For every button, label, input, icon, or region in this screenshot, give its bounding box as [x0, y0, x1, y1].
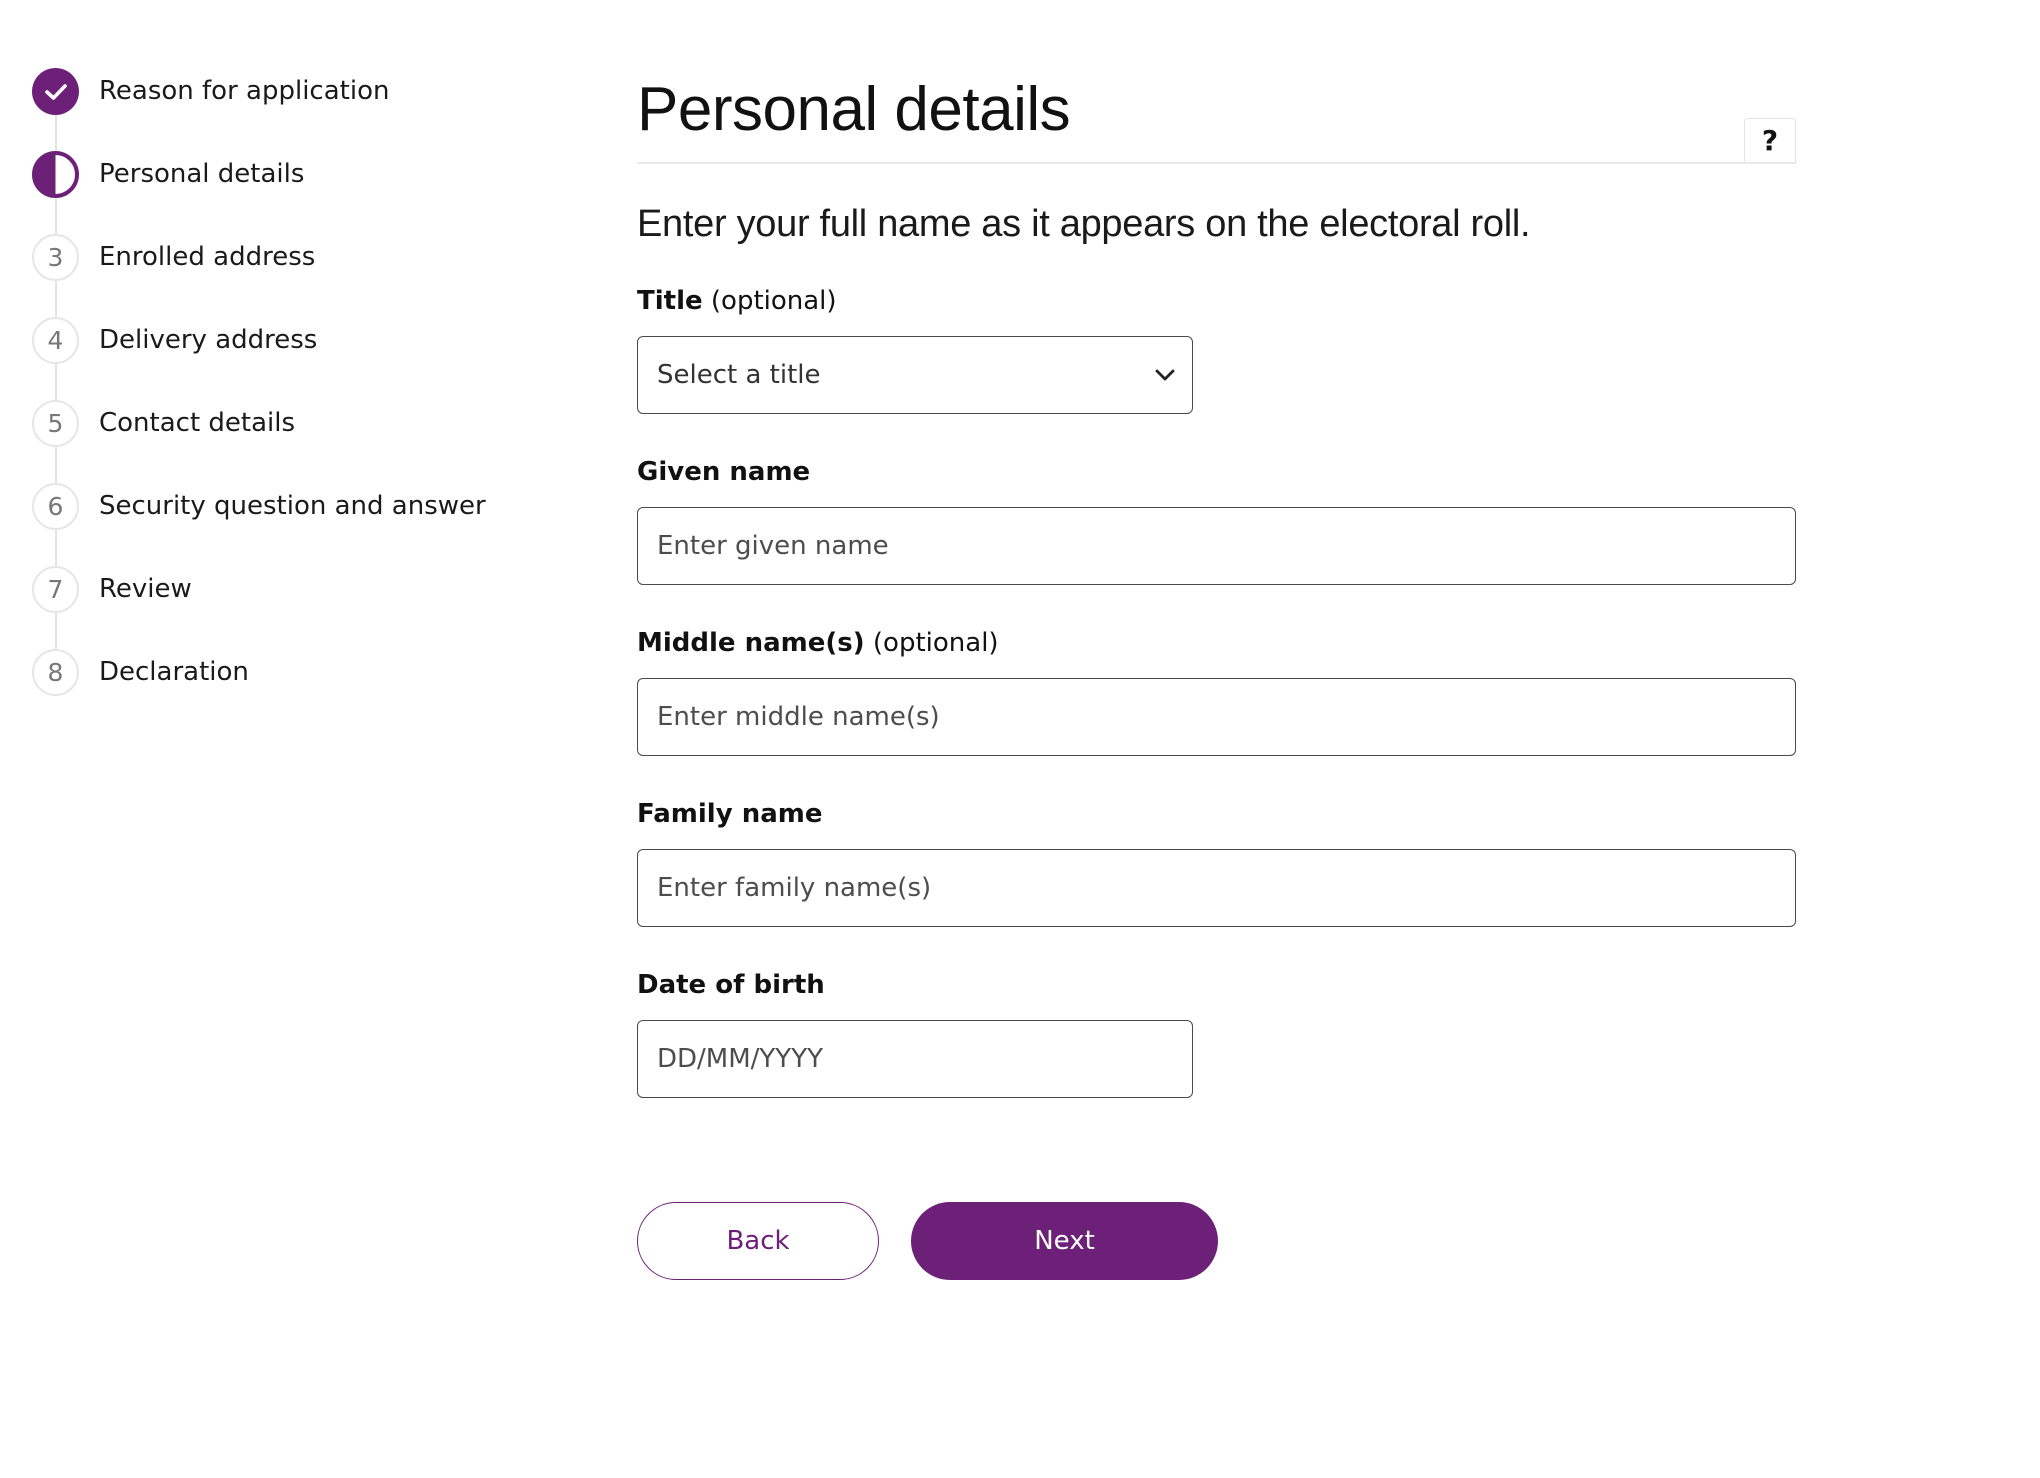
step-number-marker: 7	[32, 566, 79, 613]
step-number: 6	[47, 492, 64, 521]
title-label: Title (optional)	[637, 284, 1796, 318]
step-enrolled-address[interactable]: 3 Enrolled address	[32, 234, 552, 317]
form-actions: Back Next	[637, 1202, 1796, 1280]
step-number: 5	[47, 409, 64, 438]
middle-names-label-text: Middle name(s)	[637, 628, 865, 658]
step-connector	[55, 447, 57, 483]
page-header: Personal details ?	[637, 70, 1796, 164]
family-name-label: Family name	[637, 797, 1796, 831]
intro-text: Enter your full name as it appears on th…	[637, 203, 1531, 245]
step-label: Contact details	[99, 408, 296, 438]
date-of-birth-field: Date of birth	[637, 968, 1796, 1098]
title-field: Title (optional) Select a title	[637, 284, 1796, 414]
step-number-marker: 6	[32, 483, 79, 530]
step-contact-details[interactable]: 5 Contact details	[32, 400, 552, 483]
step-number-marker: 8	[32, 649, 79, 696]
step-label: Delivery address	[99, 325, 318, 355]
given-name-field: Given name	[637, 455, 1796, 585]
step-connector	[55, 364, 57, 400]
check-icon	[44, 83, 67, 100]
step-declaration[interactable]: 8 Declaration	[32, 649, 552, 732]
step-number: 7	[47, 575, 64, 604]
step-label: Declaration	[99, 657, 249, 687]
step-label: Reason for application	[99, 76, 390, 106]
step-number-marker: 5	[32, 400, 79, 447]
date-of-birth-input[interactable]	[637, 1020, 1193, 1098]
date-of-birth-label-text: Date of birth	[637, 970, 825, 1000]
optional-hint: (optional)	[710, 286, 837, 316]
step-number: 3	[47, 243, 64, 272]
step-number-marker: 4	[32, 317, 79, 364]
back-button[interactable]: Back	[637, 1202, 879, 1280]
step-connector	[55, 613, 57, 649]
title-label-text: Title	[637, 286, 703, 316]
chevron-down-icon	[1155, 369, 1175, 381]
step-label: Enrolled address	[99, 242, 316, 272]
step-label: Security question and answer	[99, 491, 486, 521]
main-content: Personal details ? Enter your full name …	[637, 70, 1796, 1280]
page-title: Personal details	[637, 75, 1071, 144]
middle-names-label: Middle name(s) (optional)	[637, 626, 1796, 660]
given-name-label-text: Given name	[637, 457, 811, 487]
date-of-birth-label: Date of birth	[637, 968, 1796, 1002]
step-label: Personal details	[99, 159, 305, 189]
step-number-marker: 3	[32, 234, 79, 281]
title-select[interactable]: Select a title	[637, 336, 1193, 414]
optional-hint: (optional)	[872, 628, 999, 658]
step-connector	[55, 198, 57, 234]
step-complete-marker	[32, 68, 79, 115]
middle-names-input[interactable]	[637, 678, 1796, 756]
step-review[interactable]: 7 Review	[32, 566, 552, 649]
given-name-label: Given name	[637, 455, 1796, 489]
middle-names-field: Middle name(s) (optional)	[637, 626, 1796, 756]
step-number: 8	[47, 658, 64, 687]
step-number: 4	[47, 326, 64, 355]
step-label: Review	[99, 574, 192, 604]
help-button[interactable]: ?	[1744, 118, 1796, 162]
next-button[interactable]: Next	[911, 1202, 1218, 1280]
step-delivery-address[interactable]: 4 Delivery address	[32, 317, 552, 400]
step-connector	[55, 115, 57, 151]
step-connector	[55, 530, 57, 566]
family-name-input[interactable]	[637, 849, 1796, 927]
given-name-input[interactable]	[637, 507, 1796, 585]
progress-stepper: Reason for application Personal details …	[32, 68, 552, 732]
step-connector	[55, 281, 57, 317]
step-security-question[interactable]: 6 Security question and answer	[32, 483, 552, 566]
step-reason-for-application[interactable]: Reason for application	[32, 68, 552, 151]
family-name-label-text: Family name	[637, 799, 823, 829]
title-select-value: Select a title	[657, 360, 821, 390]
family-name-field: Family name	[637, 797, 1796, 927]
half-circle-icon	[32, 151, 79, 198]
step-personal-details[interactable]: Personal details	[32, 151, 552, 234]
